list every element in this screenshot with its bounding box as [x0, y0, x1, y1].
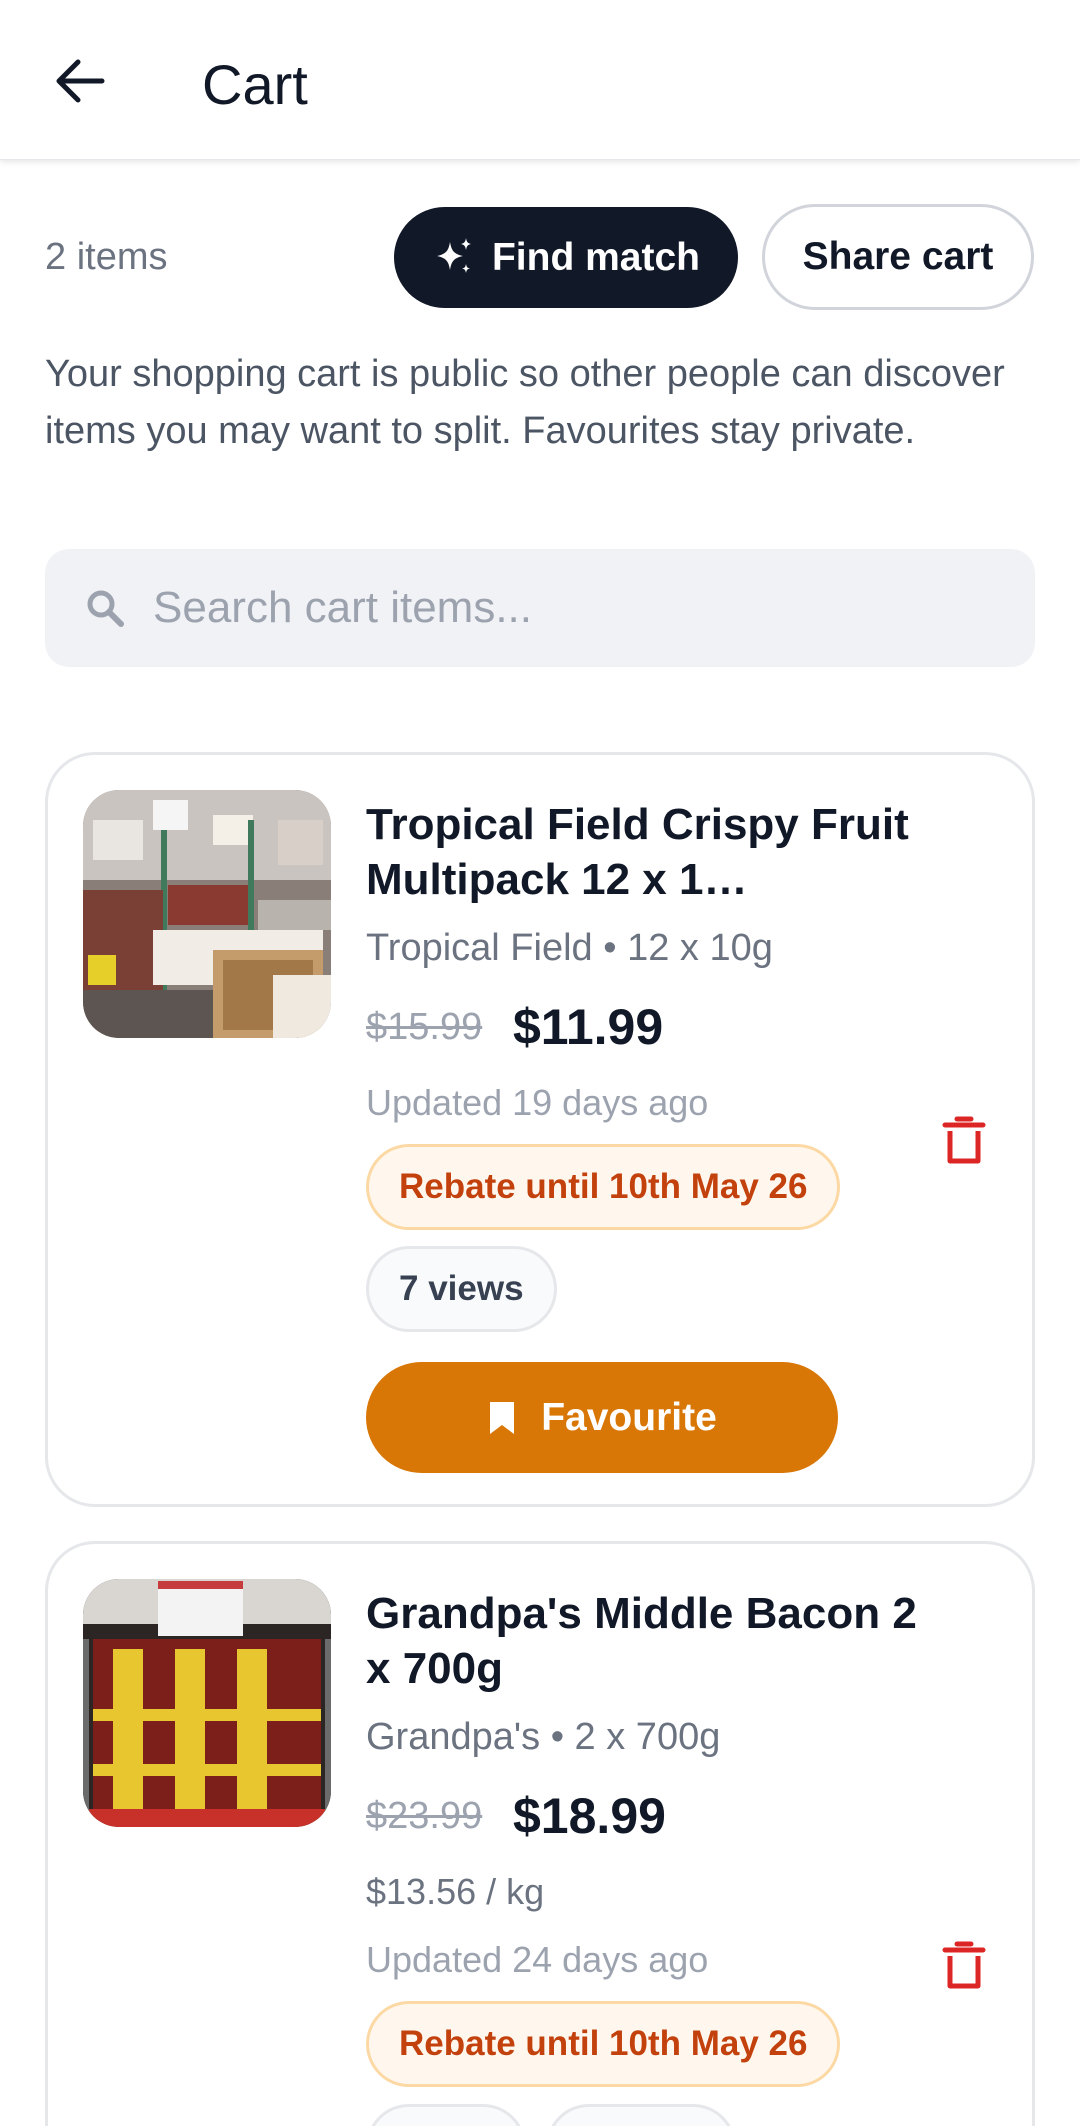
- rebate-badge: Rebate until 10th May 26: [366, 1144, 841, 1230]
- bookmark-icon: [490, 1401, 515, 1434]
- trash-icon: [942, 1941, 986, 1989]
- unit-price: $13.56 / kg: [366, 1871, 545, 1912]
- find-match-label: Find match: [491, 235, 700, 279]
- cart-item-card: Grandpa's Middle Bacon 2 x 700g Grandpa'…: [45, 1541, 1035, 2126]
- page-title: Cart: [202, 53, 308, 116]
- delete-button[interactable]: [928, 1930, 1000, 2002]
- original-price: $15.99: [366, 1006, 483, 1048]
- cart-item-card: Tropical Field Crispy Fruit Multipack 12…: [45, 752, 1035, 1507]
- public-cart-notice: Your shopping cart is public so other pe…: [45, 353, 1005, 452]
- item-count: 2 items: [45, 236, 168, 278]
- find-match-button[interactable]: Find match: [394, 207, 738, 308]
- search-icon: [83, 586, 127, 630]
- search-bar[interactable]: [45, 549, 1035, 667]
- info-badge: [546, 2104, 736, 2126]
- back-button[interactable]: [40, 46, 120, 116]
- app-bar: Cart: [0, 0, 1080, 160]
- favourite-label: Favourite: [541, 1395, 717, 1439]
- sale-price: $11.99: [513, 999, 664, 1055]
- updated-time: Updated 19 days ago: [366, 1082, 709, 1123]
- arrow-left-icon: [56, 59, 105, 103]
- delete-button[interactable]: [928, 1105, 1000, 1177]
- product-name[interactable]: Tropical Field Crispy Fruit Multipack 12…: [366, 797, 926, 907]
- share-cart-button[interactable]: Share cart: [762, 204, 1034, 310]
- product-image[interactable]: [83, 790, 331, 1038]
- original-price: $23.99: [366, 1795, 483, 1837]
- rebate-badge: Rebate until 10th May 26: [366, 2001, 841, 2087]
- favourite-button[interactable]: Favourite: [366, 1362, 838, 1473]
- product-brand-size: Grandpa's • 2 x 700g: [366, 1716, 721, 1758]
- search-input[interactable]: [153, 583, 1013, 633]
- sale-price: $18.99: [513, 1788, 666, 1844]
- updated-time: Updated 24 days ago: [366, 1939, 709, 1980]
- product-brand-size: Tropical Field • 12 x 10g: [366, 927, 773, 969]
- views-badge: 7 views: [366, 1246, 557, 1332]
- product-name[interactable]: Grandpa's Middle Bacon 2 x 700g: [366, 1586, 926, 1696]
- sparkle-icon: [436, 237, 471, 273]
- trash-icon: [942, 1116, 986, 1164]
- share-cart-label: Share cart: [802, 235, 994, 278]
- product-image[interactable]: [83, 1579, 331, 1827]
- views-badge: [366, 2104, 526, 2126]
